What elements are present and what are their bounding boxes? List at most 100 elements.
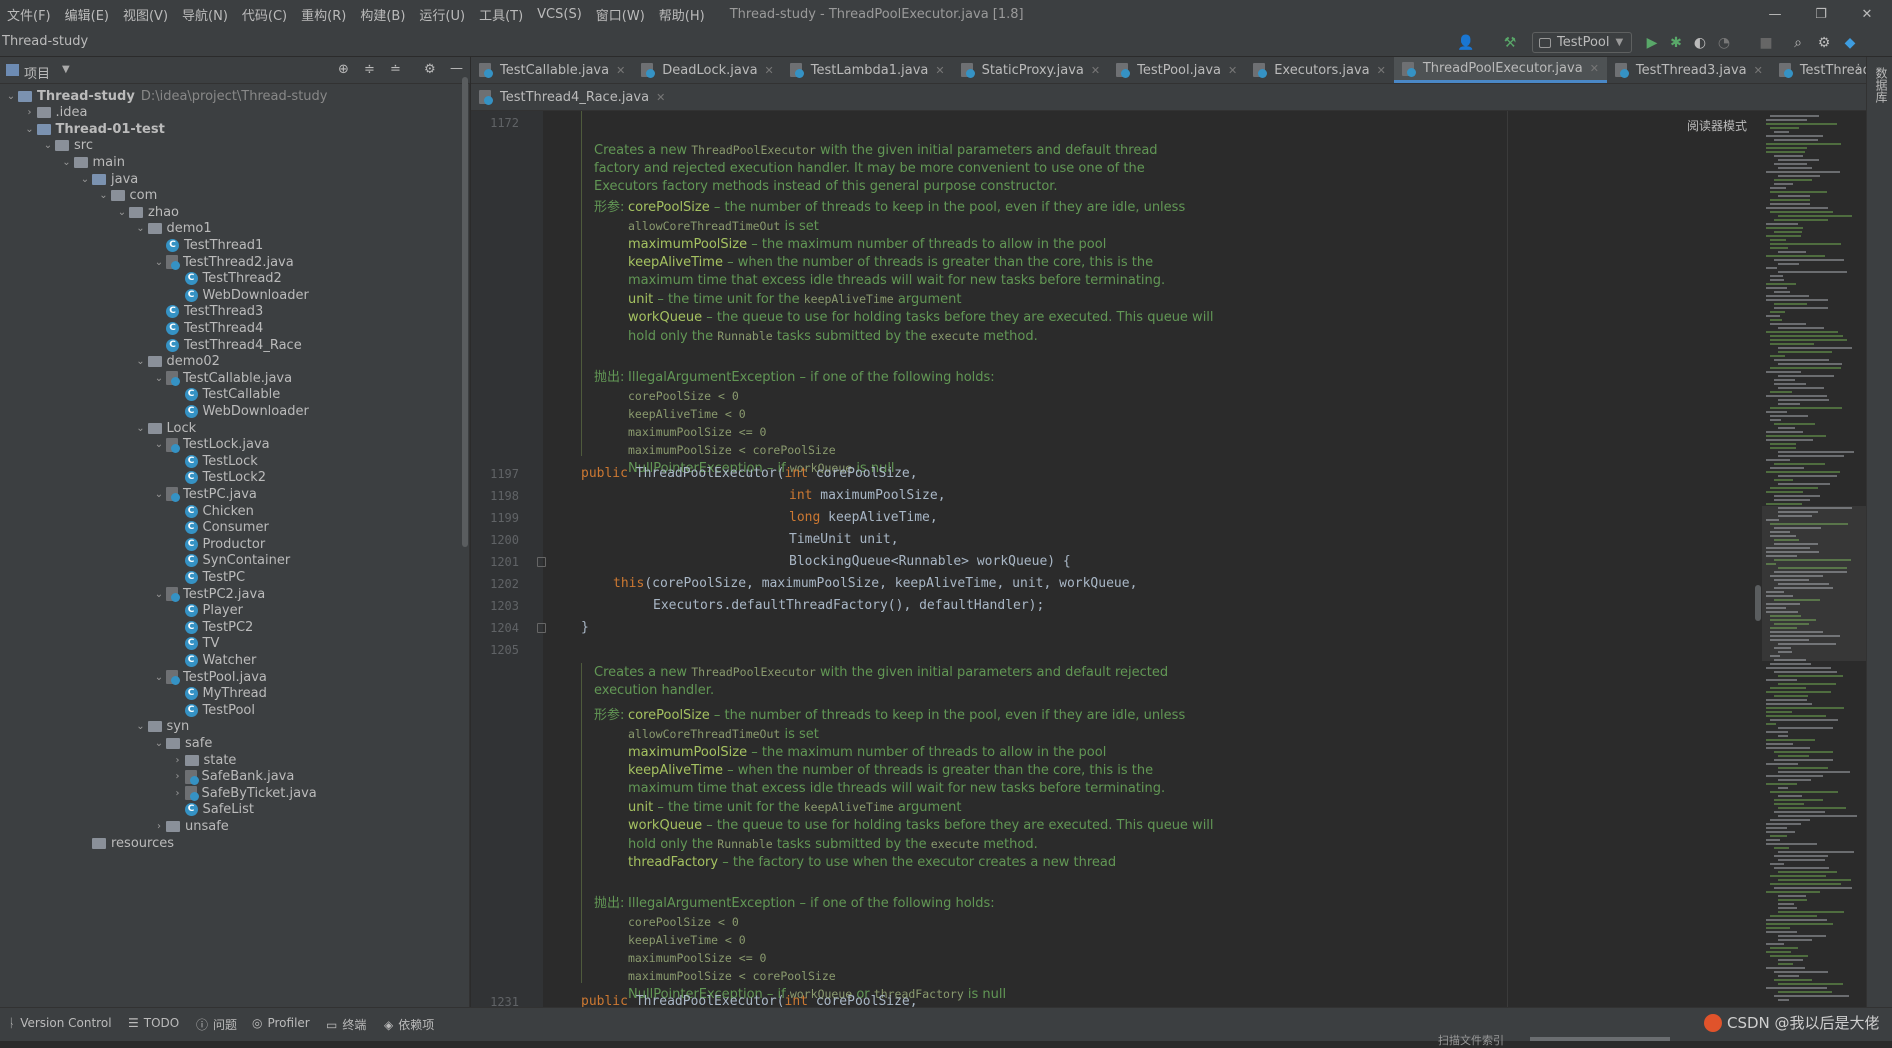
expanded-arrow-icon[interactable]: ⌄ [134, 423, 148, 434]
menu-build[interactable]: 构建(B) [353, 5, 412, 24]
expanded-arrow-icon[interactable]: ⌄ [41, 140, 55, 151]
close-tab-icon[interactable]: ✕ [616, 64, 625, 77]
expanded-arrow-icon[interactable]: ⌄ [4, 91, 18, 102]
minimap-viewport[interactable] [1762, 506, 1872, 661]
menu-view[interactable]: 视图(V) [116, 5, 175, 24]
chevron-down-icon[interactable]: ▼ [62, 64, 70, 75]
run-icon[interactable]: ▶ [1642, 33, 1662, 53]
editor-tab[interactable]: TestThread3.java ✕ [1607, 57, 1771, 83]
line-number: 1203 [490, 599, 519, 613]
breadcrumb[interactable]: Thread-study [2, 34, 88, 49]
hide-panel-icon[interactable]: — [450, 61, 463, 76]
expanded-arrow-icon[interactable]: ⌄ [134, 721, 148, 732]
editor-tab[interactable]: TestLambda1.java ✕ [782, 57, 953, 83]
menu-file[interactable]: 文件(F) [0, 5, 58, 24]
restore-button[interactable]: ❐ [1798, 0, 1844, 28]
minimize-button[interactable]: — [1752, 0, 1798, 28]
close-tab-icon[interactable]: ✕ [1754, 64, 1763, 77]
profile-icon[interactable]: ◔ [1714, 33, 1734, 53]
gear-icon[interactable]: ⚙ [1814, 33, 1834, 53]
close-tab-icon[interactable]: ✕ [1590, 62, 1599, 75]
problems-tab[interactable]: ⓘ 问题 [196, 1016, 237, 1033]
expanded-arrow-icon[interactable]: ⌄ [60, 157, 74, 168]
build-hammer-icon[interactable]: ⚒ [1500, 33, 1520, 53]
editor-tab[interactable]: DeadLock.java ✕ [633, 57, 781, 83]
reader-mode-toggle[interactable]: 阅读器模式 [1687, 117, 1747, 134]
menu-vcs[interactable]: VCS(S) [530, 7, 589, 22]
menu-run[interactable]: 运行(U) [412, 5, 472, 24]
expanded-arrow-icon[interactable]: ⌄ [152, 672, 166, 683]
tree-item[interactable]: resources [0, 833, 468, 853]
editor-tab[interactable]: ThreadPoolExecutor.java ✕ [1393, 57, 1607, 83]
dependencies-tab[interactable]: ◈ 依赖项 [384, 1016, 434, 1033]
collapsed-arrow-icon[interactable]: › [152, 821, 166, 832]
menu-edit[interactable]: 编辑(E) [58, 5, 116, 24]
java-file-icon [479, 63, 493, 78]
todo-tab[interactable]: ☰ TODO [128, 1016, 179, 1030]
editor-scrollbar-thumb[interactable] [1755, 585, 1761, 621]
terminal-tab[interactable]: ▭ 终端 [326, 1016, 366, 1033]
close-window-button[interactable]: ✕ [1844, 0, 1890, 28]
plugin-icon[interactable]: ◆ [1840, 33, 1860, 53]
menu-tools[interactable]: 工具(T) [472, 5, 530, 24]
expand-all-icon[interactable]: ≑ [364, 62, 375, 77]
editor-tab[interactable]: StaticProxy.java ✕ [953, 57, 1109, 83]
menu-navigate[interactable]: 导航(N) [175, 5, 235, 24]
coverage-icon[interactable]: ◐ [1690, 33, 1710, 53]
expanded-arrow-icon[interactable]: ⌄ [97, 190, 111, 201]
close-tab-icon[interactable]: ✕ [1091, 64, 1100, 77]
collapse-all-icon[interactable]: ≐ [390, 62, 401, 77]
settings-gear-icon[interactable]: ⚙ [424, 62, 436, 77]
close-tab-icon[interactable]: ✕ [765, 64, 774, 77]
locate-icon[interactable]: ⊕ [338, 62, 349, 77]
version-control-tab[interactable]: ᚿ Version Control [8, 1016, 112, 1030]
expanded-arrow-icon[interactable]: ⌄ [152, 257, 166, 268]
folder-icon [147, 356, 162, 368]
expanded-arrow-icon[interactable]: ⌄ [115, 207, 129, 218]
profiler-tab[interactable]: ◎ Profiler [252, 1016, 310, 1030]
close-tab-icon[interactable]: ✕ [935, 64, 944, 77]
menu-refactor[interactable]: 重构(R) [294, 5, 353, 24]
code-editor[interactable]: 1172 1197 1198 1199 1200 1201 1202 1203 … [471, 111, 1866, 1007]
close-tab-icon[interactable]: ✕ [656, 91, 665, 104]
line-number: 1198 [490, 489, 519, 503]
expanded-arrow-icon[interactable]: ⌄ [152, 373, 166, 384]
stop-icon[interactable]: ■ [1756, 33, 1776, 53]
database-tool-tab[interactable]: 数据库 [1873, 67, 1890, 103]
code-minimap[interactable] [1762, 111, 1872, 1007]
tree-scrollbar[interactable] [462, 77, 468, 547]
fold-marker-icon[interactable] [537, 557, 546, 567]
expanded-arrow-icon[interactable]: ⌄ [152, 589, 166, 600]
close-tab-icon[interactable]: ✕ [1228, 64, 1237, 77]
expanded-arrow-icon[interactable]: ⌄ [152, 489, 166, 500]
menu-window[interactable]: 窗口(W) [589, 5, 652, 24]
editor-tab[interactable]: TestCallable.java ✕ [471, 57, 633, 83]
expanded-arrow-icon[interactable]: ⌄ [78, 174, 92, 185]
editor-tab[interactable]: Executors.java ✕ [1245, 57, 1394, 83]
expanded-arrow-icon[interactable]: ⌄ [134, 356, 148, 367]
expanded-arrow-icon[interactable]: ⌄ [23, 124, 37, 135]
menu-help[interactable]: 帮助(H) [652, 5, 712, 24]
editor-tab[interactable]: TestPool.java ✕ [1108, 57, 1245, 83]
expanded-arrow-icon[interactable]: ⌄ [134, 223, 148, 234]
user-icon[interactable]: 👤 [1456, 33, 1476, 53]
more-tabs-icon[interactable]: ⋮ [1852, 62, 1865, 77]
debug-icon[interactable]: ✱ [1666, 33, 1686, 53]
tree-item-label: demo02 [166, 354, 220, 370]
search-icon[interactable]: ⌕ [1788, 33, 1808, 53]
collapsed-arrow-icon[interactable]: › [23, 107, 37, 118]
project-panel-title[interactable]: 项目 [24, 63, 50, 82]
minimap-line [1766, 967, 1805, 969]
menu-code[interactable]: 代码(C) [235, 5, 294, 24]
collapsed-arrow-icon[interactable]: › [171, 788, 185, 799]
fold-marker-icon[interactable] [537, 623, 546, 633]
close-tab-icon[interactable]: ✕ [1377, 64, 1386, 77]
collapsed-arrow-icon[interactable]: › [171, 771, 185, 782]
editor-tab[interactable]: TestThread4_Race.java ✕ [471, 84, 673, 110]
collapsed-arrow-icon[interactable]: › [171, 755, 185, 766]
expanded-arrow-icon[interactable]: ⌄ [152, 738, 166, 749]
run-configuration-select[interactable]: TestPool ▼ [1532, 32, 1632, 53]
tree-item-label: TestThread2 [202, 271, 282, 287]
expanded-arrow-icon[interactable]: ⌄ [152, 439, 166, 450]
minimap-line [1774, 495, 1820, 497]
